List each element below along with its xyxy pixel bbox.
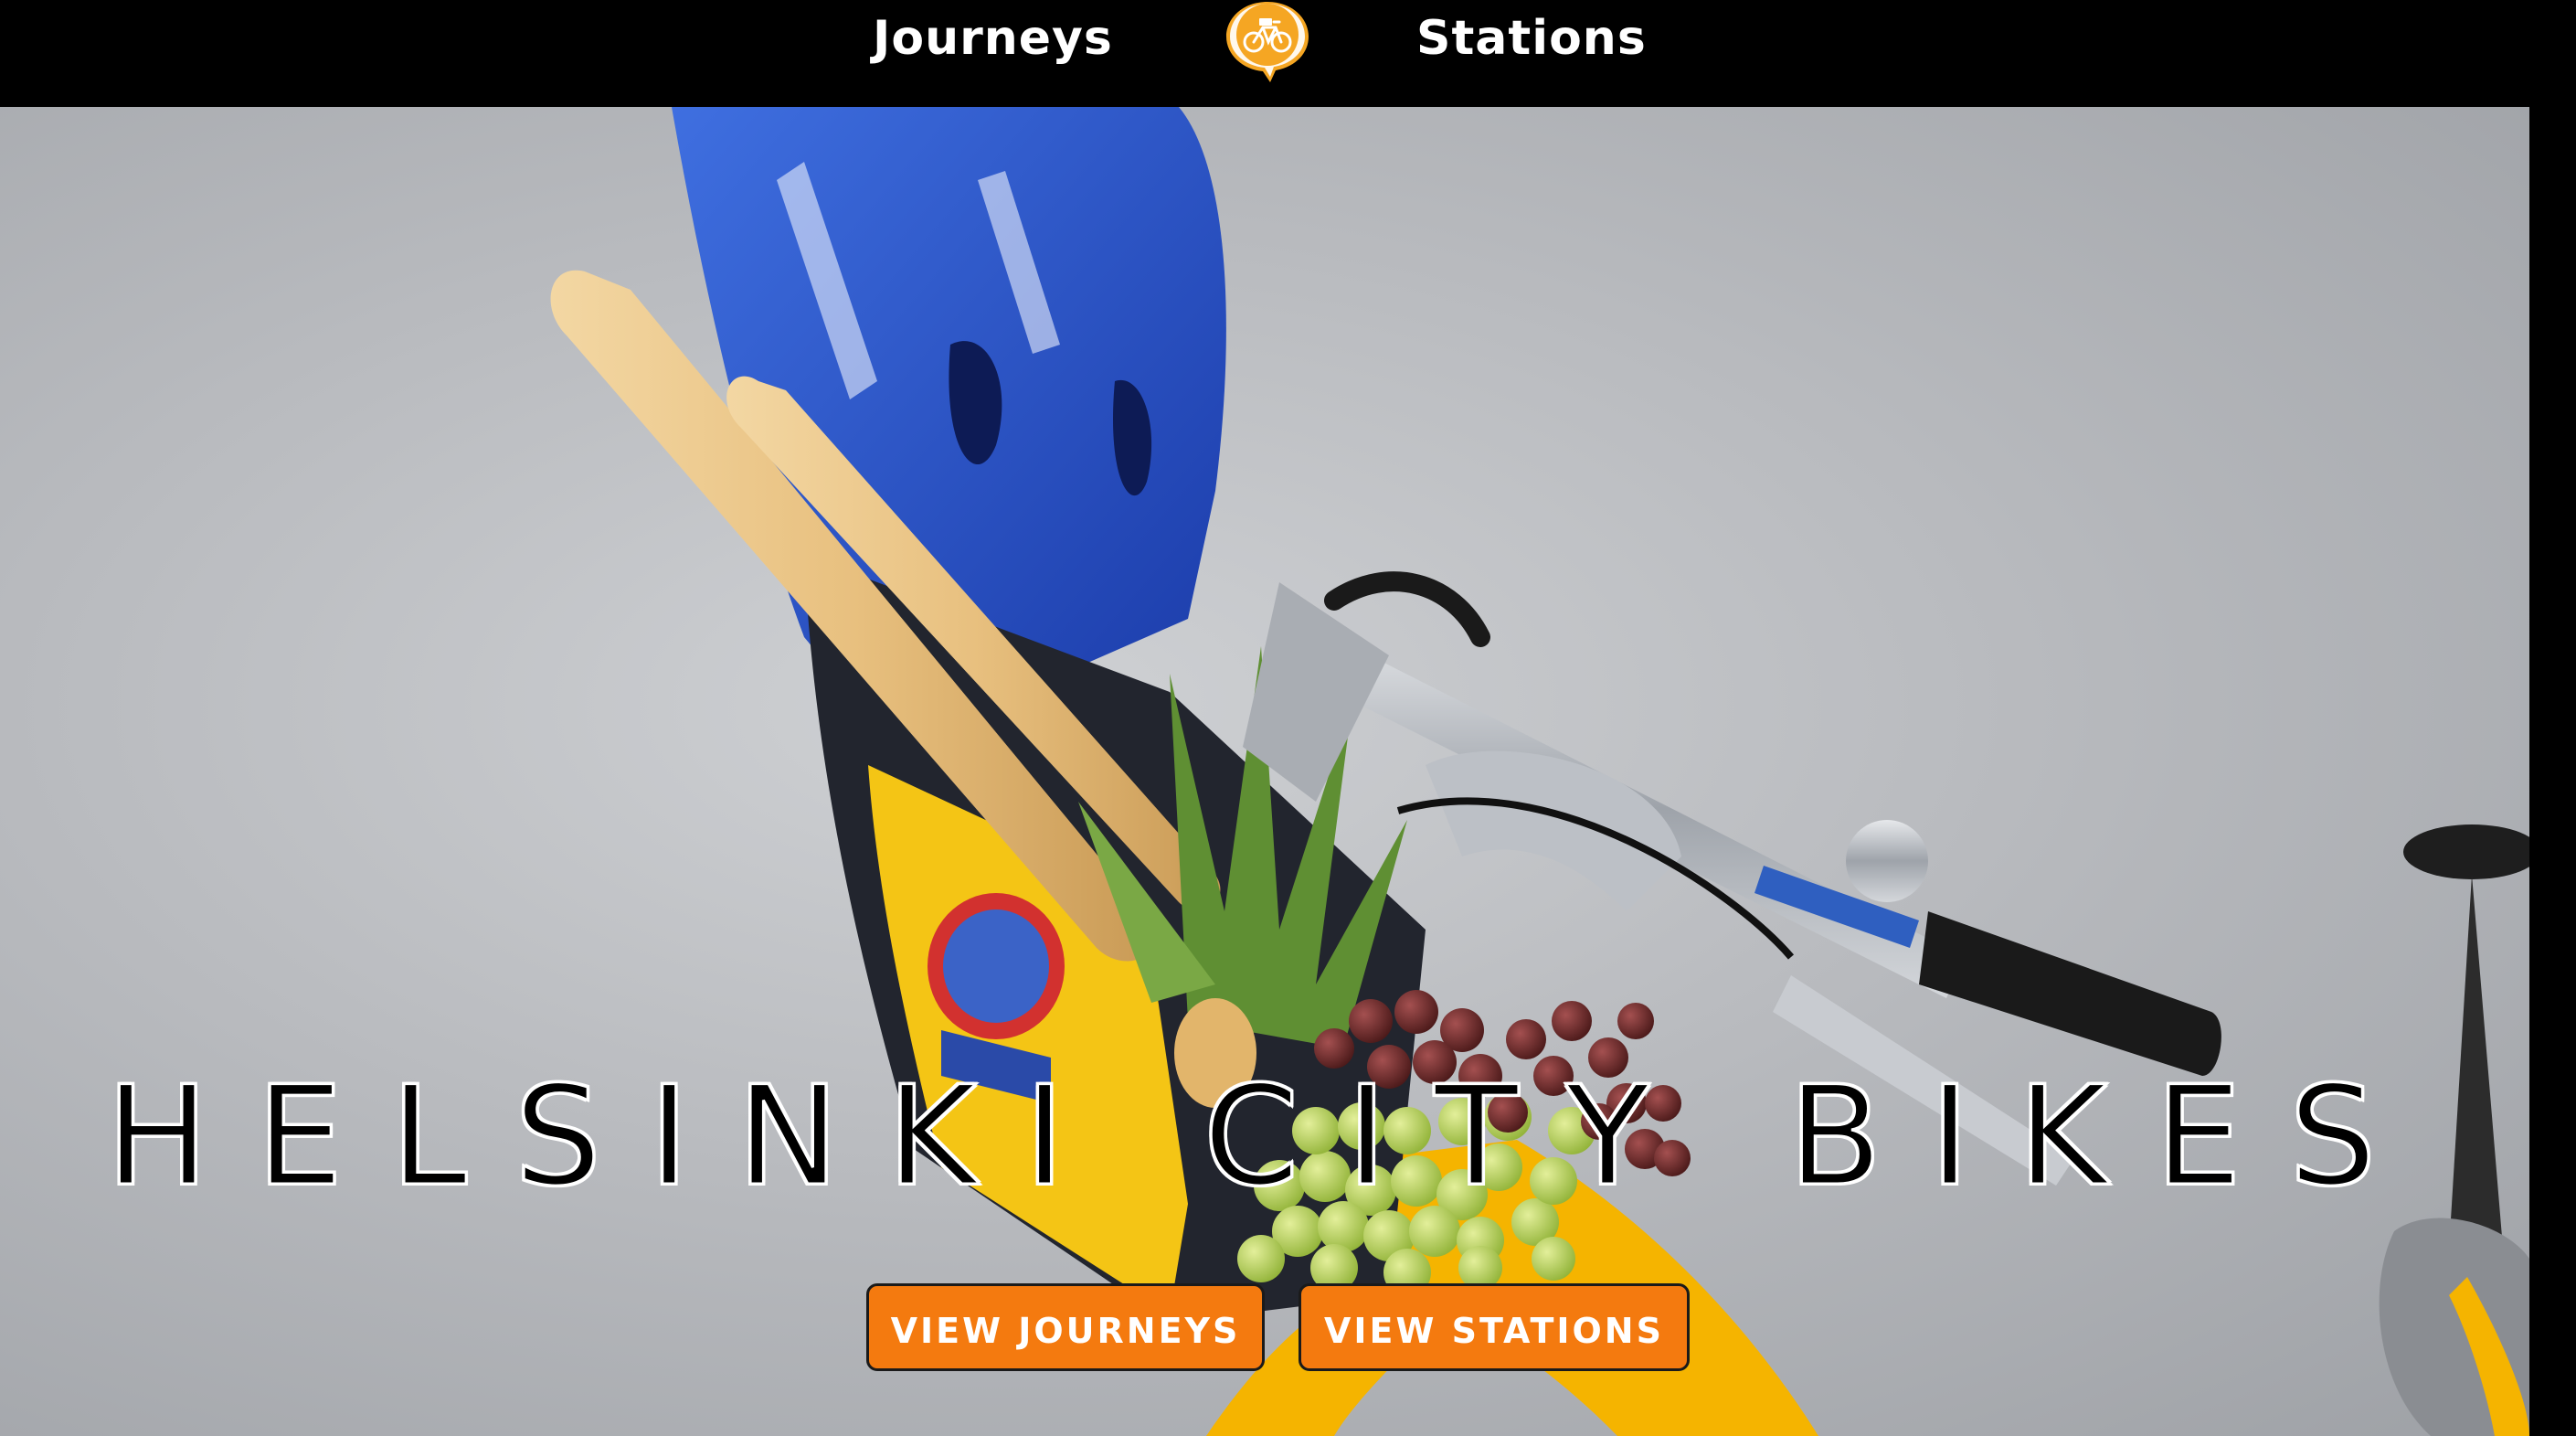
nav-link-stations[interactable]: Stations (1416, 0, 1647, 77)
hero-title: HELSINKI CITY BIKES (104, 1057, 2424, 1218)
city-bike-logo-icon[interactable] (1224, 0, 1310, 82)
view-journeys-button[interactable]: VIEW JOURNEYS (866, 1283, 1265, 1371)
nav-link-journeys[interactable]: Journeys (873, 0, 1113, 77)
right-edge-strip (2529, 107, 2576, 1436)
hero-section: HELSINKI CITY BIKES VIEW JOURNEYS VIEW S… (0, 107, 2529, 1436)
top-navigation: Journeys Stations (0, 0, 2576, 107)
city-bike-basket-photo (550, 107, 2529, 1436)
view-stations-button[interactable]: VIEW STATIONS (1299, 1283, 1690, 1371)
